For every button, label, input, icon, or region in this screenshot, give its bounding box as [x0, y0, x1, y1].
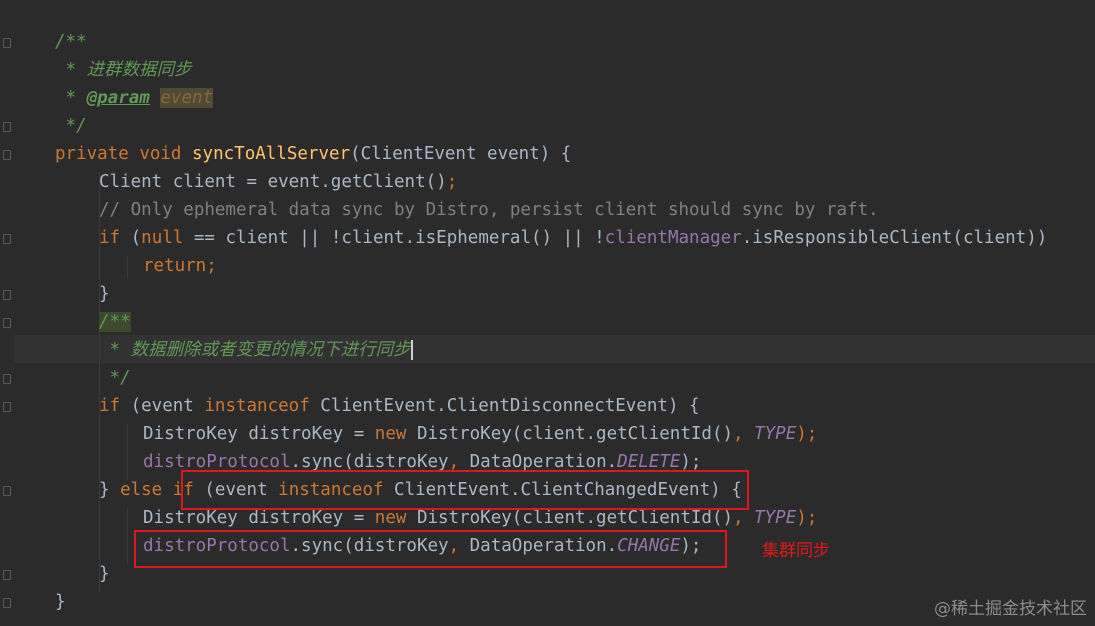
line-comment: // Only ephemeral data sync by Distro, p… [99, 200, 879, 220]
code-text: .isResponsibleClient(client)) [741, 228, 1048, 248]
code-text: } [99, 284, 110, 304]
constant: DELETE [617, 452, 681, 472]
doc-tag: @param [86, 88, 150, 108]
code-line: /** [0, 28, 1095, 56]
code-text: DistroKey distroKey = [143, 508, 375, 528]
doc-comment: * 进群数据同步 [55, 60, 192, 80]
code-line: */ [0, 112, 1095, 140]
code-text: } [99, 564, 110, 584]
code-text: DistroKey(client.getClientId() [406, 508, 734, 528]
punctuation: , [733, 424, 744, 444]
code-line: */ [0, 364, 1095, 392]
doc-comment: * 数据删除或者变更的情况下进行同步 [99, 340, 411, 360]
code-line: return; [0, 252, 1095, 280]
doc-comment: */ [55, 116, 87, 136]
keyword: return; [143, 256, 217, 276]
highlight-box-changed-event [181, 470, 749, 510]
doc-param-name: event [160, 88, 214, 108]
code-text: == client || !client.isEphemeral() || ! [183, 228, 605, 248]
keyword: if [99, 228, 121, 248]
code-line: DistroKey distroKey = new DistroKey(clie… [0, 420, 1095, 448]
annotation-label: 集群同步 [762, 541, 830, 561]
code-line: * @param event [0, 84, 1095, 112]
code-line: private void syncToAllServer(ClientEvent… [0, 140, 1095, 168]
code-text: ); [680, 452, 702, 472]
code-text: ( [120, 228, 142, 248]
code-text: (ClientEvent event) { [350, 144, 572, 164]
field-reference: distroProtocol [143, 452, 291, 472]
punctuation: ); [796, 508, 818, 528]
code-line: Client client = event.getClient(); [0, 168, 1095, 196]
constant: TYPE [743, 424, 797, 444]
code-line: /** [0, 308, 1095, 336]
highlight-box-sync-call [134, 530, 727, 568]
doc-comment: /** [99, 312, 131, 332]
code-text: (event [120, 396, 205, 416]
code-text: ClientEvent.ClientDisconnectEvent) { [309, 396, 700, 416]
code-line: if (null == client || !client.isEphemera… [0, 224, 1095, 252]
code-line: } [0, 588, 1095, 616]
keyword: void [139, 144, 182, 164]
keyword: if [99, 396, 121, 416]
punctuation: ); [796, 424, 818, 444]
code-editor[interactable]: /** * 进群数据同步 * @param event */ private v… [0, 0, 1095, 626]
code-line: // Only ephemeral data sync by Distro, p… [0, 196, 1095, 224]
method-name: syncToAllServer [192, 144, 351, 164]
code-text: } [55, 592, 66, 612]
code-line: * 进群数据同步 [0, 56, 1095, 84]
doc-comment: * [55, 88, 87, 108]
code-line: * 数据删除或者变更的情况下进行同步 [0, 336, 1095, 364]
keyword: instanceof [204, 396, 310, 416]
code-text: Client client = event.getClient() [99, 172, 447, 192]
code-content[interactable]: /** * 进群数据同步 * @param event */ private v… [0, 28, 1095, 616]
doc-comment: */ [99, 368, 131, 388]
punctuation: , [733, 508, 744, 528]
keyword: null [141, 228, 184, 248]
code-text: DataOperation. [459, 452, 618, 472]
code-line: if (event instanceof ClientEvent.ClientD… [0, 392, 1095, 420]
watermark: @稀土掘金技术社区 [934, 599, 1087, 619]
keyword: private [55, 144, 129, 164]
constant: TYPE [743, 508, 797, 528]
code-text: } [99, 480, 121, 500]
doc-comment: /** [55, 32, 87, 52]
code-text: DistroKey(client.getClientId() [406, 424, 734, 444]
text-cursor [410, 340, 413, 360]
doc-comment [150, 88, 161, 108]
keyword: new [374, 508, 407, 528]
code-line: } [0, 280, 1095, 308]
field-reference: clientManager [604, 228, 742, 248]
code-text: DistroKey distroKey = [143, 424, 375, 444]
punctuation: , [448, 452, 460, 472]
keyword: new [374, 424, 407, 444]
punctuation: ; [446, 172, 458, 192]
keyword: else [120, 480, 163, 500]
code-text: .sync(distroKey [290, 452, 449, 472]
